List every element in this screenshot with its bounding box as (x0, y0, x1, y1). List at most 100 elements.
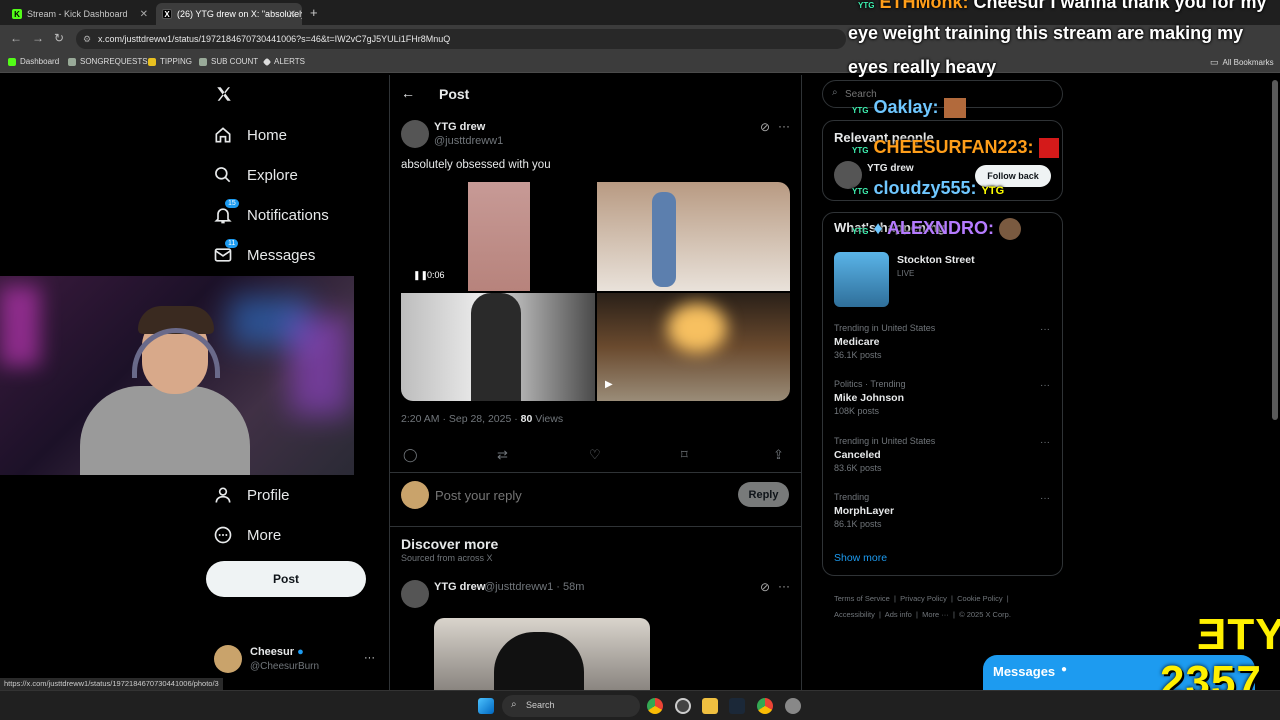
nav-profile[interactable]: Profile (213, 485, 290, 505)
emote-icon (1038, 138, 1059, 159)
discover-subtitle: Sourced from across X (401, 553, 493, 563)
photo-mirror[interactable] (401, 293, 595, 401)
chat-badge: YTG (852, 146, 869, 155)
nav-explore[interactable]: Explore (213, 165, 298, 185)
live-thumbnail[interactable] (834, 252, 889, 307)
status-url: https://x.com/justtdreww1/status/1972184… (0, 678, 223, 690)
bookmark-label: All Bookmarks (1222, 58, 1274, 67)
account-menu-icon[interactable]: ··· (364, 652, 375, 664)
trend-menu-icon[interactable]: ··· (1040, 437, 1050, 448)
site-info-icon[interactable]: ⚙ (83, 29, 91, 49)
forward-icon[interactable]: → (32, 31, 44, 45)
obs-icon[interactable] (675, 698, 691, 714)
bookmark-label: SONGREQUESTS (80, 57, 148, 66)
tab-kick-dashboard[interactable]: K Stream - Kick Dashboard ✕ (6, 3, 154, 25)
folder-icon[interactable] (702, 698, 718, 714)
footer-link[interactable]: More ··· (922, 610, 949, 619)
footer-link[interactable]: Terms of Service (834, 594, 890, 603)
author-avatar[interactable] (401, 120, 429, 148)
x-logo-icon[interactable] (215, 85, 233, 103)
more-circle-icon (214, 526, 232, 544)
post-button[interactable]: Post (206, 561, 366, 597)
author-name[interactable]: YTG drew (434, 121, 485, 133)
new-tab-icon[interactable]: + (310, 5, 318, 20)
trend-menu-icon[interactable]: ··· (1040, 324, 1050, 335)
bookmark-icon[interactable]: ⌑ (681, 447, 688, 463)
chrome-icon[interactable] (757, 698, 773, 714)
page-scrollbar[interactable] (1272, 80, 1278, 420)
nav-more-label: More (247, 526, 282, 544)
video-thumbnail[interactable]: ❚❚ 0:06 (401, 182, 595, 291)
photo-bedroom[interactable] (597, 182, 790, 291)
footer-link[interactable]: Ads info (885, 610, 912, 619)
footer-link[interactable]: Cookie Policy (957, 594, 1002, 603)
all-bookmarks[interactable]: ▭ All Bookmarks (1210, 57, 1274, 68)
post-menu-icon[interactable]: ··· (778, 579, 790, 593)
chrome-icon[interactable] (647, 698, 663, 714)
trend-item[interactable]: Trending in United States Medicare 36.1K p… (834, 323, 935, 360)
bookmark-label: TIPPING (160, 57, 193, 66)
steam-icon[interactable] (729, 698, 745, 714)
live-title[interactable]: Stockton Street (897, 254, 975, 266)
discover-image[interactable] (434, 618, 650, 690)
share-icon[interactable]: ⇪ (773, 447, 784, 463)
bell-icon (214, 208, 232, 224)
relevant-name[interactable]: YTG drew (867, 163, 914, 174)
nav-home[interactable]: Home (213, 125, 287, 145)
pause-icon[interactable]: ❚❚ (413, 270, 428, 281)
back-arrow-icon[interactable]: ← (401, 85, 415, 101)
close-icon[interactable]: ✕ (288, 9, 296, 20)
bookmark-songrequests[interactable]: SONGREQUESTS (68, 57, 148, 66)
trend-menu-icon[interactable]: ··· (1040, 493, 1050, 504)
chat-message: eyes really heavy (848, 57, 997, 77)
reply-icon[interactable]: ◯ (403, 447, 418, 463)
chat-line: YTG ♦ ALEXNDRO: (852, 218, 1022, 241)
like-icon[interactable]: ♡ (589, 447, 601, 463)
url-input[interactable]: ⚙ x.com/justtdreww1/status/1972184670730… (76, 29, 846, 49)
reply-button[interactable]: Reply (738, 482, 789, 507)
settings-icon[interactable] (785, 698, 801, 714)
grok-icon[interactable]: ⊘ (760, 580, 770, 594)
avatar[interactable] (214, 645, 242, 673)
chat-username-text: CHEESURFAN223: (873, 137, 1034, 157)
emote-icon (999, 218, 1022, 241)
trend-item[interactable]: Trending in United States Canceled 83.6K p… (834, 436, 935, 473)
show-more-link[interactable]: Show more (834, 552, 887, 564)
bookmark-label: SUB COUNT (211, 57, 259, 66)
discover-author-name[interactable]: YTG drew (434, 581, 485, 593)
windows-start-icon[interactable] (478, 698, 494, 714)
chat-line: YTG Oaklay: (852, 97, 966, 119)
bookmark-alerts[interactable]: ALERTS (262, 57, 305, 66)
tab-x-post[interactable]: X (26) YTG drew on X: "absolutely ✕ (156, 3, 302, 25)
nav-messages[interactable]: 11 Messages (213, 239, 315, 265)
account-name: Cheesur ● (250, 646, 304, 658)
bookmark-dashboard[interactable]: Dashboard (8, 57, 59, 66)
play-icon[interactable]: ▶ (605, 379, 613, 390)
close-icon[interactable]: ✕ (140, 9, 148, 20)
webcam-overlay (0, 276, 354, 475)
taskbar-search[interactable]: ⌕ Search (502, 695, 640, 717)
post-header: Post (439, 86, 470, 102)
trend-menu-icon[interactable]: ··· (1040, 380, 1050, 391)
nav-more[interactable]: More (213, 525, 281, 545)
trend-item[interactable]: Trending MorphLayer 86.1K posts (834, 492, 894, 529)
trend-item[interactable]: Politics · Trending Mike Johnson 108K post… (834, 379, 906, 416)
footer-copyright: © 2025 X Corp. (959, 610, 1011, 619)
nav-explore-label: Explore (247, 166, 298, 184)
reload-icon[interactable]: ↻ (54, 31, 64, 45)
video-flames[interactable]: ▶ (597, 293, 790, 401)
post-menu-icon[interactable]: ··· (778, 119, 790, 133)
repost-icon[interactable]: ⇄ (497, 447, 508, 463)
author-handle[interactable]: @justtdreww1 (434, 135, 503, 147)
grok-icon[interactable]: ⊘ (760, 120, 770, 134)
footer-link[interactable]: Accessibility (834, 610, 875, 619)
chat-message: Cheesur I wanna thank you for my (973, 0, 1267, 12)
footer-link[interactable]: Privacy Policy (900, 594, 947, 603)
reply-input[interactable] (435, 485, 725, 505)
bookmark-sub-count[interactable]: SUB COUNT (199, 57, 258, 66)
nav-notifications[interactable]: 15 Notifications (213, 199, 329, 225)
chat-badge: YTG (858, 1, 875, 10)
back-icon[interactable]: ← (10, 31, 22, 45)
bookmark-tipping[interactable]: TIPPING (148, 57, 192, 66)
author-avatar[interactable] (401, 580, 429, 608)
